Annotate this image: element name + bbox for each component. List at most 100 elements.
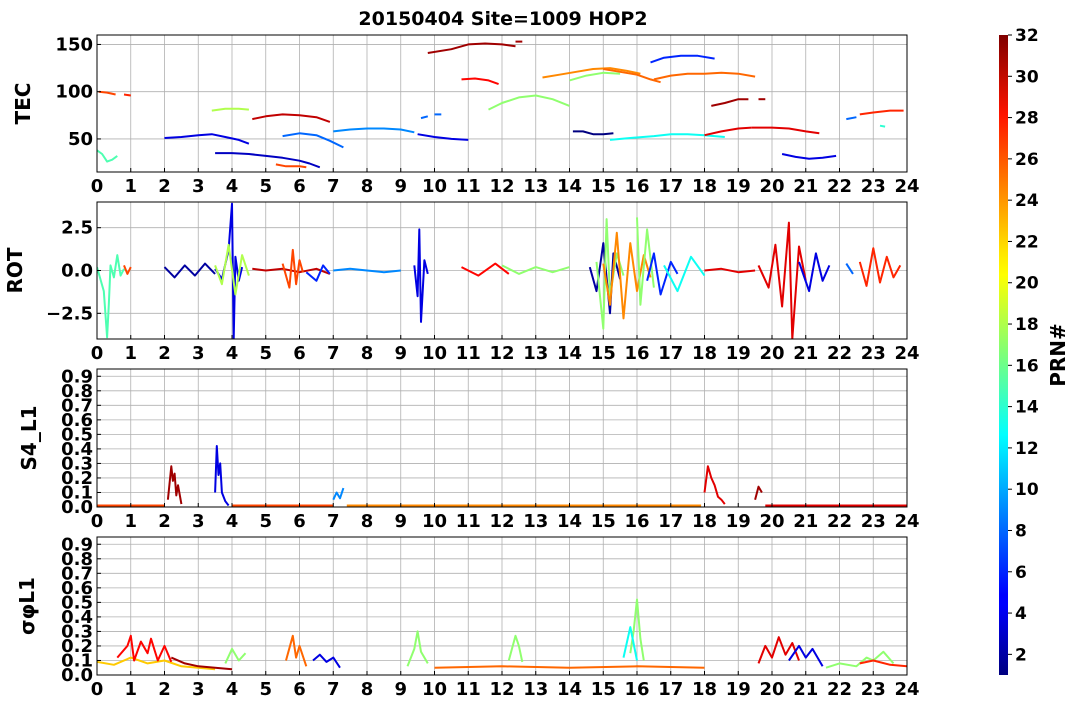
- x-tick-label: 22: [827, 511, 852, 532]
- x-tick-label: 11: [456, 679, 481, 700]
- x-tick-label: 18: [692, 679, 717, 700]
- figure: 20150404 Site=1009 HOP2 0 1 2 3 4 5 6 7 8 9 10 11 12…: [3, 8, 1070, 700]
- x-tick-label: 17: [658, 511, 683, 532]
- x-tick-label: 17: [658, 176, 683, 197]
- colorbar-tick-label: 20: [1015, 274, 1039, 294]
- x-tick-label: 6: [293, 679, 306, 700]
- x-tick-label: 20: [759, 511, 784, 532]
- x-tick-label: 9: [394, 176, 407, 197]
- x-tick-label: 19: [726, 343, 751, 364]
- series-line-prn-4: [413, 228, 429, 323]
- x-tick-label: 6: [293, 343, 306, 364]
- series-line-prn-27: [859, 109, 904, 116]
- x-tick-label: 1: [124, 343, 137, 364]
- y-tick-label: 100: [55, 82, 93, 103]
- colorbar-tick-label: 14: [1015, 398, 1039, 418]
- x-tick-label: 16: [624, 511, 649, 532]
- series-line-prn-8: [282, 132, 344, 149]
- x-tick-label: 14: [557, 511, 582, 532]
- series-line-prn-28: [116, 634, 173, 663]
- x-tick-label: 4: [226, 679, 239, 700]
- series-line-prn-27: [123, 93, 131, 97]
- y-tick-label: 50: [68, 129, 93, 150]
- x-tick-label: 5: [259, 511, 272, 532]
- panel-4: 0 1 2 3 4 5 6 7 8 9 10 11 12 13 14 15 16 17 18 19 20 21 22 23 24…: [15, 534, 920, 700]
- x-tick-label: 8: [361, 176, 374, 197]
- colorbar-tick-label: 10: [1015, 480, 1039, 500]
- colorbar-tick-label: 18: [1015, 315, 1039, 335]
- colorbar-tick-label: 16: [1015, 356, 1039, 376]
- series-line-prn-26: [123, 265, 132, 275]
- series-line-prn-31: [166, 465, 183, 505]
- series-line-prn-31: [170, 656, 233, 671]
- x-tick-label: 11: [456, 511, 481, 532]
- series-line-prn-8: [846, 116, 857, 121]
- y-axis-label: TEC: [11, 83, 35, 125]
- x-tick-label: 1: [124, 176, 137, 197]
- x-tick-label: 8: [361, 679, 374, 700]
- y-tick-label: −2.5: [46, 303, 93, 324]
- y-axis-label: ROT: [3, 247, 27, 293]
- panel-3: 0 1 2 3 4 5 6 7 8 9 10 11 12 13 14 15 16 17 18 19 20 21 22 23 24…: [17, 366, 920, 532]
- series-line-prn-14: [879, 124, 886, 128]
- series-line-prn-17: [825, 650, 895, 669]
- x-tick-label: 11: [456, 176, 481, 197]
- x-tick-label: 20: [759, 176, 784, 197]
- grid: [96, 369, 908, 508]
- x-tick-label: 24: [894, 511, 919, 532]
- x-tick-label: 9: [394, 511, 407, 532]
- x-tick-label: 23: [861, 176, 886, 197]
- x-tick-label: 22: [827, 679, 852, 700]
- series: [97, 40, 904, 169]
- x-tick-label: 17: [658, 343, 683, 364]
- x-tick-label: 22: [827, 343, 852, 364]
- x-tick-label: 7: [327, 511, 340, 532]
- x-tick-label: 23: [861, 679, 886, 700]
- x-tick-label: 10: [422, 343, 447, 364]
- x-tick-label: 15: [591, 679, 616, 700]
- x-tick-label: 21: [793, 343, 818, 364]
- series-line-prn-31: [754, 485, 763, 500]
- x-tick-label: 9: [394, 343, 407, 364]
- x-tick-label: 2: [158, 679, 171, 700]
- colorbar-tick-label: 4: [1015, 604, 1027, 624]
- series-line-prn-29: [757, 221, 807, 339]
- x-tick-label: 12: [489, 511, 514, 532]
- x-tick-label: 12: [489, 176, 514, 197]
- x-tick-label: 18: [692, 343, 717, 364]
- colorbar-label: PRN#: [1046, 323, 1070, 387]
- series-line-prn-15: [97, 254, 125, 339]
- series-line-prn-27: [859, 659, 907, 668]
- y-tick-label: 2.5: [61, 218, 93, 239]
- colorbar-tick-label: 6: [1015, 563, 1027, 583]
- x-tick-label: 19: [726, 176, 751, 197]
- x-tick-label: 15: [591, 511, 616, 532]
- figure-title: 20150404 Site=1009 HOP2: [358, 8, 647, 30]
- series-line-prn-29: [757, 636, 800, 664]
- x-tick-label: 14: [557, 343, 582, 364]
- series-line-prn-31: [711, 98, 749, 107]
- x-tick-label: 5: [259, 679, 272, 700]
- series-line-prn-15: [97, 149, 118, 163]
- series-line-prn-17: [224, 647, 247, 664]
- x-tick-label: 3: [192, 511, 205, 532]
- colorbar-tick-label: 26: [1015, 150, 1039, 170]
- x-tick-label: 4: [226, 511, 239, 532]
- series-line-prn-29: [703, 465, 726, 505]
- colorbar-gradient: [999, 35, 1008, 675]
- x-tick-label: 13: [523, 679, 548, 700]
- series-line-prn-18: [211, 107, 249, 112]
- x-tick-label: 12: [489, 679, 514, 700]
- series-line-prn-1: [572, 130, 614, 136]
- x-tick-label: 15: [591, 176, 616, 197]
- x-tick-label: 17: [658, 679, 683, 700]
- y-axis-label: S4_L1: [17, 406, 41, 471]
- colorbar-tick-label: 30: [1015, 67, 1039, 87]
- x-tick-label: 13: [523, 511, 548, 532]
- x-tick-label: 14: [557, 176, 582, 197]
- series-line-prn-4: [781, 153, 837, 160]
- panels: 0 1 2 3 4 5 6 7 8 9 10 11 12 13 14 15 16 17 18 19 20 21 22 23 24…: [3, 34, 920, 700]
- series-line-prn-27: [858, 247, 902, 287]
- x-tick-label: 2: [158, 343, 171, 364]
- series-line-prn-4: [312, 653, 341, 669]
